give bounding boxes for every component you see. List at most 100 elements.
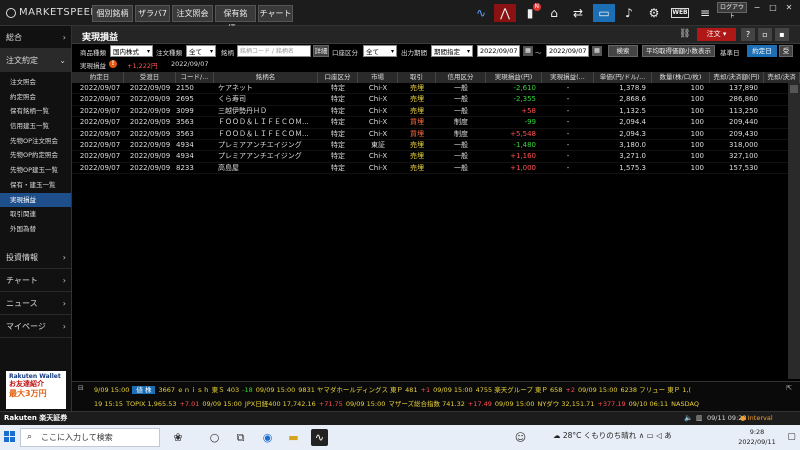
- sidebar-section-investment-info[interactable]: 投資情報 ›: [0, 246, 71, 269]
- column-header[interactable]: 実現損益(...: [542, 72, 594, 83]
- ticker-item: 09/09 15:00: [345, 400, 386, 408]
- account-select[interactable]: 全て ▾: [363, 45, 397, 57]
- sidebar-section-news[interactable]: ニュース ›: [0, 292, 71, 315]
- scrollbar-thumb[interactable]: [790, 85, 798, 93]
- table-row[interactable]: 2022/09/07 2022/09/09 4934 プレミアアンチエイジング 特定 東証…: [72, 140, 800, 152]
- weather-widget[interactable]: ☁ 28°C くもりのち晴れ ∧ ▭ ◁ あ: [553, 430, 672, 441]
- minimize-icon[interactable]: −: [750, 2, 764, 13]
- notification-icon[interactable]: ▢: [783, 429, 800, 446]
- promo-banner[interactable]: Rakuten Wallet お友達紹介 最大3万円: [6, 371, 66, 409]
- layout-icon[interactable]: ▥: [696, 412, 703, 425]
- column-header[interactable]: 売却/決済額(円): [710, 72, 764, 83]
- tab-order-inquiry[interactable]: 注文照会: [172, 5, 213, 22]
- avg-price-decimal-button[interactable]: 平均取得価額小数表示: [642, 45, 715, 57]
- date-from-input[interactable]: 2022/09/07: [477, 45, 520, 57]
- ranking-icon[interactable]: ▮ N: [519, 3, 541, 22]
- stock-search-input[interactable]: 銘柄コード / 銘柄名: [237, 45, 311, 57]
- column-header[interactable]: 取引: [398, 72, 436, 83]
- chart-alert-icon[interactable]: ⋀: [494, 4, 516, 22]
- table-row[interactable]: 2022/09/07 2022/09/09 3099 三越伊勢丹ＨＤ 特定 Chi-X 売埋…: [72, 106, 800, 118]
- sidebar-section-overview[interactable]: 総合 ›: [0, 26, 71, 49]
- web-icon[interactable]: WEB: [671, 8, 689, 18]
- window-icon[interactable]: ▪: [775, 28, 789, 41]
- period-select[interactable]: 期間指定 ▾: [431, 45, 473, 57]
- table-row[interactable]: 2022/09/07 2022/09/09 2150 ケアネット 特定 Chi-X 売埋 一般…: [72, 83, 800, 95]
- column-header[interactable]: 実現損益(円): [486, 72, 542, 83]
- logout-button[interactable]: ログアウト: [717, 2, 747, 20]
- menu-icon[interactable]: ≡: [694, 4, 716, 22]
- order-button[interactable]: 注文 ▾: [697, 28, 736, 41]
- sidebar-item-holdings[interactable]: 保有銘柄一覧: [0, 104, 71, 119]
- vertical-scrollbar[interactable]: [788, 83, 800, 379]
- table-row[interactable]: 2022/09/07 2022/09/09 3563 ＦＯＯＤ＆ＬＩＦＥＣＯＭ... 特…: [72, 129, 800, 140]
- search-button[interactable]: 検索: [608, 45, 638, 57]
- sidebar-item-forex[interactable]: 外国為替: [0, 222, 71, 237]
- table-row[interactable]: 2022/09/07 2022/09/09 3563 ＦＯＯＤ＆ＬＩＦＥＣＯＭ... 特…: [72, 117, 800, 129]
- sidebar-item-holdings-positions[interactable]: 保有・建玉一覧: [0, 178, 71, 193]
- order-type-select[interactable]: 全て ▾: [186, 45, 216, 57]
- windows-start-icon[interactable]: [4, 431, 16, 443]
- column-header[interactable]: 売却/決済: [764, 72, 800, 83]
- tab-individual-stock[interactable]: 個別銘柄: [92, 5, 133, 22]
- bell-icon[interactable]: ♪: [618, 4, 640, 22]
- sidebar-item-realized-pnl[interactable]: 実現損益: [0, 192, 71, 208]
- marketspeed-app-icon[interactable]: ∿: [311, 429, 328, 446]
- news-ticker[interactable]: 9/09 15:00 値 株 3667 ｅｎｉｓｈ 東Ｓ 403 -18 09/09 1…: [72, 381, 800, 411]
- file-explorer-icon[interactable]: ▬: [285, 429, 302, 446]
- calendar-icon[interactable]: ▦: [592, 46, 602, 56]
- column-header[interactable]: 銘柄名: [214, 72, 318, 83]
- column-header[interactable]: 単価(円/ドル/...: [594, 72, 652, 83]
- column-header[interactable]: コード/...: [176, 72, 214, 83]
- edge-browser-icon[interactable]: ◉: [259, 429, 276, 446]
- calendar-icon[interactable]: ▦: [523, 46, 533, 56]
- detail-button[interactable]: 詳細: [313, 45, 329, 57]
- task-view-icon[interactable]: ⧉: [232, 429, 249, 446]
- column-header[interactable]: 口座区分: [318, 72, 358, 83]
- maximize-icon[interactable]: □: [766, 2, 780, 13]
- product-select[interactable]: 国内株式 ▾: [110, 45, 153, 57]
- trade-icon[interactable]: ⇄: [567, 4, 589, 22]
- sidebar-item-futures-positions[interactable]: 先物OP建玉一覧: [0, 163, 71, 178]
- sidebar-section-mypage[interactable]: マイページ ›: [0, 315, 71, 338]
- sidebar-section-orders[interactable]: 注文約定 ⌄: [0, 49, 71, 72]
- sidebar-item-trade-related[interactable]: 取引関連: [0, 207, 71, 222]
- market-index-icon[interactable]: ∿: [470, 4, 492, 22]
- column-header[interactable]: 信用区分: [436, 72, 486, 83]
- taskbar-search-input[interactable]: ⌕ ここに入力して検索: [20, 428, 160, 447]
- tab-holdings[interactable]: 保有銘柄...: [215, 5, 256, 33]
- assets-icon[interactable]: ▭: [593, 4, 615, 22]
- column-header[interactable]: 数量(株/口/枚): [652, 72, 710, 83]
- tab-chart[interactable]: チャート: [258, 5, 293, 22]
- cortana-icon[interactable]: ○: [206, 429, 223, 446]
- date-to-input[interactable]: 2022/09/07: [546, 45, 589, 57]
- column-header[interactable]: 市場: [358, 72, 398, 83]
- warning-icon[interactable]: !: [109, 60, 117, 68]
- help-button[interactable]: ?: [741, 28, 755, 41]
- widgets-flower-icon[interactable]: ❀: [163, 429, 193, 446]
- link-icon[interactable]: ⛓: [679, 29, 690, 39]
- home-icon[interactable]: ⌂: [543, 4, 565, 22]
- table-row[interactable]: 2022/09/07 2022/09/09 4934 プレミアアンチエイジング 特定 Ch…: [72, 151, 800, 163]
- close-icon[interactable]: ✕: [782, 2, 796, 13]
- sidebar-section-chart[interactable]: チャート ›: [0, 269, 71, 292]
- sidebar-item-execution-inquiry[interactable]: 約定照会: [0, 90, 71, 105]
- column-header[interactable]: 約定日: [76, 72, 124, 83]
- base-settle-date-button[interactable]: 受: [779, 45, 793, 57]
- gear-icon[interactable]: ⚙: [643, 4, 665, 22]
- popout-icon[interactable]: ▫: [758, 28, 772, 41]
- column-header[interactable]: 受渡日: [124, 72, 176, 83]
- table-row[interactable]: 2022/09/07 2022/09/09 2695 くら寿司 特定 Chi-X 売埋 一般 -…: [72, 94, 800, 106]
- system-clock[interactable]: 9:28 2022/09/11: [735, 427, 779, 447]
- sidebar-item-futures-executions[interactable]: 先物OP約定照会: [0, 148, 71, 163]
- sidebar-item-futures-orders[interactable]: 先物OP注文照会: [0, 134, 71, 149]
- table-row[interactable]: 2022/09/07 2022/09/09 8233 高島屋 特定 Chi-X 売埋 一般 +1…: [72, 163, 800, 175]
- sidebar-item-margin-positions[interactable]: 信用建玉一覧: [0, 119, 71, 134]
- tab-zaraba[interactable]: ザラバ7: [135, 5, 170, 22]
- ticker-pin-icon[interactable]: ⊟: [78, 384, 84, 392]
- sidebar-item-order-inquiry[interactable]: 注文照会: [0, 75, 71, 90]
- base-exec-date-button[interactable]: 約定日: [747, 45, 777, 57]
- people-icon[interactable]: ☺: [512, 429, 529, 446]
- speaker-icon[interactable]: 🔈: [684, 412, 693, 425]
- ticker-item: +17.49: [467, 400, 492, 408]
- ticker-expand-icon[interactable]: ⇱: [786, 384, 792, 392]
